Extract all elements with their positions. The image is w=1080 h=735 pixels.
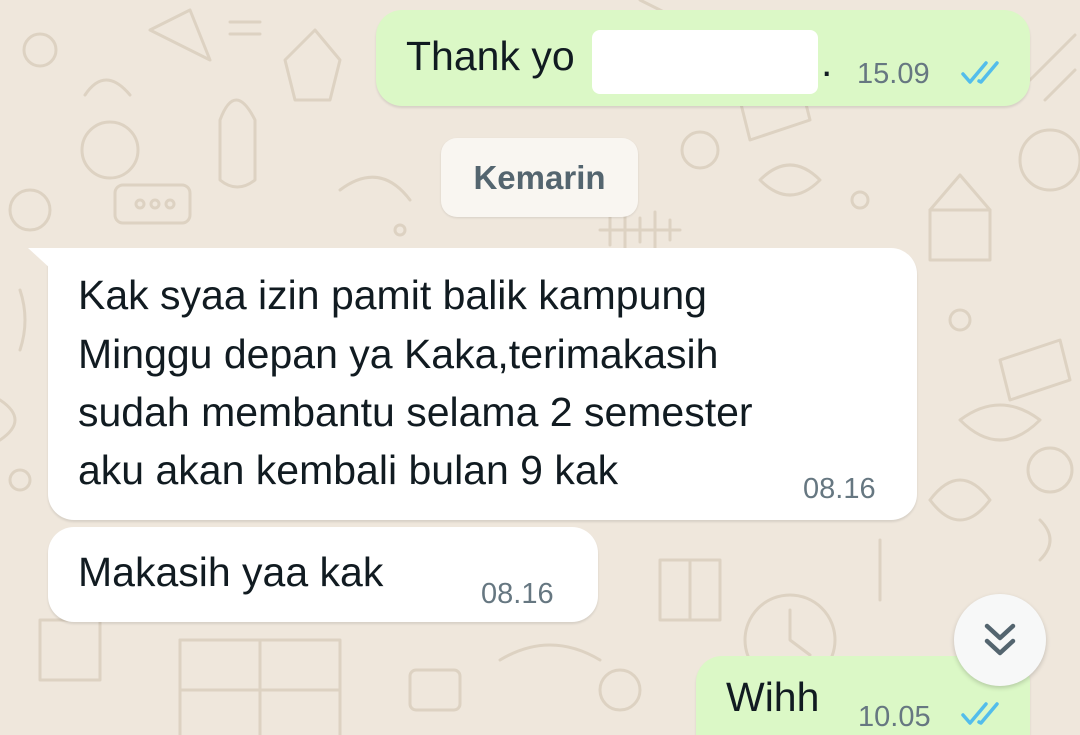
message-timestamp: 15.09 bbox=[857, 58, 930, 90]
message-text: Makasih yaa kak bbox=[78, 549, 384, 595]
message-text-line: aku akan kembali bulan 9 kak bbox=[78, 447, 619, 493]
message-text-line: sudah membantu selama 2 semester bbox=[78, 389, 753, 435]
message-text-suffix: . bbox=[821, 39, 833, 85]
scroll-to-bottom-button[interactable] bbox=[954, 594, 1046, 686]
date-divider: Kemarin bbox=[441, 138, 638, 217]
message-timestamp: 08.16 bbox=[481, 578, 554, 610]
date-divider-label: Kemarin bbox=[473, 159, 606, 196]
message-timestamp: 10.05 bbox=[858, 701, 931, 733]
message-timestamp: 08.16 bbox=[803, 473, 876, 505]
message-text-line: Minggu depan ya Kaka,terimakasih bbox=[78, 331, 719, 377]
message-text: Thank yo bbox=[406, 33, 575, 79]
double-chevron-down-icon bbox=[984, 623, 1016, 656]
bubble-tail bbox=[28, 248, 52, 270]
double-check-read-icon bbox=[961, 61, 999, 84]
double-check-read-icon bbox=[961, 702, 999, 725]
message-text: Wihh bbox=[726, 674, 820, 720]
message-text-line: Kak syaa izin pamit balik kampung bbox=[78, 272, 707, 318]
redacted-text bbox=[592, 30, 818, 94]
